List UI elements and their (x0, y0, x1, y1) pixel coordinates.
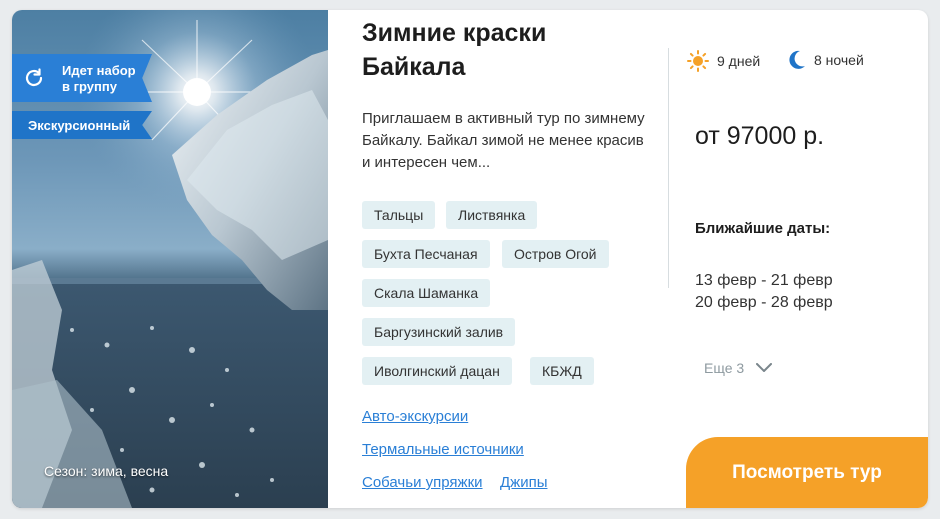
view-tour-button[interactable]: Посмотреть тур (686, 437, 928, 508)
tour-type-label: Экскурсионный (28, 118, 131, 133)
tour-photo[interactable]: Идет набор в группу Экскурсионный Сезон:… (12, 10, 328, 508)
moon-icon (789, 50, 805, 69)
tag-item: Бухта Песчаная (362, 240, 490, 268)
tag-item: Иволгинский дацан (362, 357, 512, 385)
nights-label: 8 ночей (814, 52, 864, 68)
more-dates-label: Еще 3 (704, 360, 745, 376)
tour-price: от 97000 р. (695, 122, 825, 150)
group-badge: Идет набор в группу (12, 54, 152, 102)
tour-card: Идет набор в группу Экскурсионный Сезон:… (12, 10, 928, 508)
group-badge-label: Идет набор в группу (62, 63, 136, 94)
date-item: 13 февр - 21 февр (695, 272, 833, 289)
link-auto-tours[interactable]: Авто-экскурсии (362, 408, 468, 425)
tour-type-badge: Экскурсионный (12, 111, 152, 139)
dates-heading: Ближайшие даты: (695, 220, 831, 237)
tag-item: Баргузинский залив (362, 318, 516, 346)
link-thermal-springs[interactable]: Термальные источники (362, 441, 524, 458)
season-label: Сезон: зима, весна (44, 463, 169, 479)
column-divider (668, 48, 669, 288)
more-dates-button[interactable]: Еще 3 (704, 360, 773, 376)
tag-item: Тальцы (362, 201, 436, 229)
tag-item: Листвянка (446, 201, 538, 229)
refresh-icon (25, 68, 43, 87)
chevron-down-icon (756, 363, 773, 372)
days-label: 9 дней (717, 53, 761, 69)
duration-days: 9 дней (687, 50, 760, 72)
tag-item: Скала Шаманка (362, 279, 491, 307)
tag-item: Остров Огой (502, 240, 609, 268)
sun-icon (687, 50, 709, 72)
duration-nights: 8 ночей (788, 50, 864, 70)
link-dog-sleds[interactable]: Собачьи упряжки (362, 474, 483, 491)
tour-title[interactable]: Зимние краски Байкала (362, 16, 602, 84)
tour-description: Приглашаем в активный тур по зимнему Бай… (362, 110, 645, 171)
tag-item: КБЖД (530, 357, 594, 385)
date-item: 20 февр - 28 февр (695, 294, 833, 311)
link-jeeps[interactable]: Джипы (500, 474, 547, 491)
